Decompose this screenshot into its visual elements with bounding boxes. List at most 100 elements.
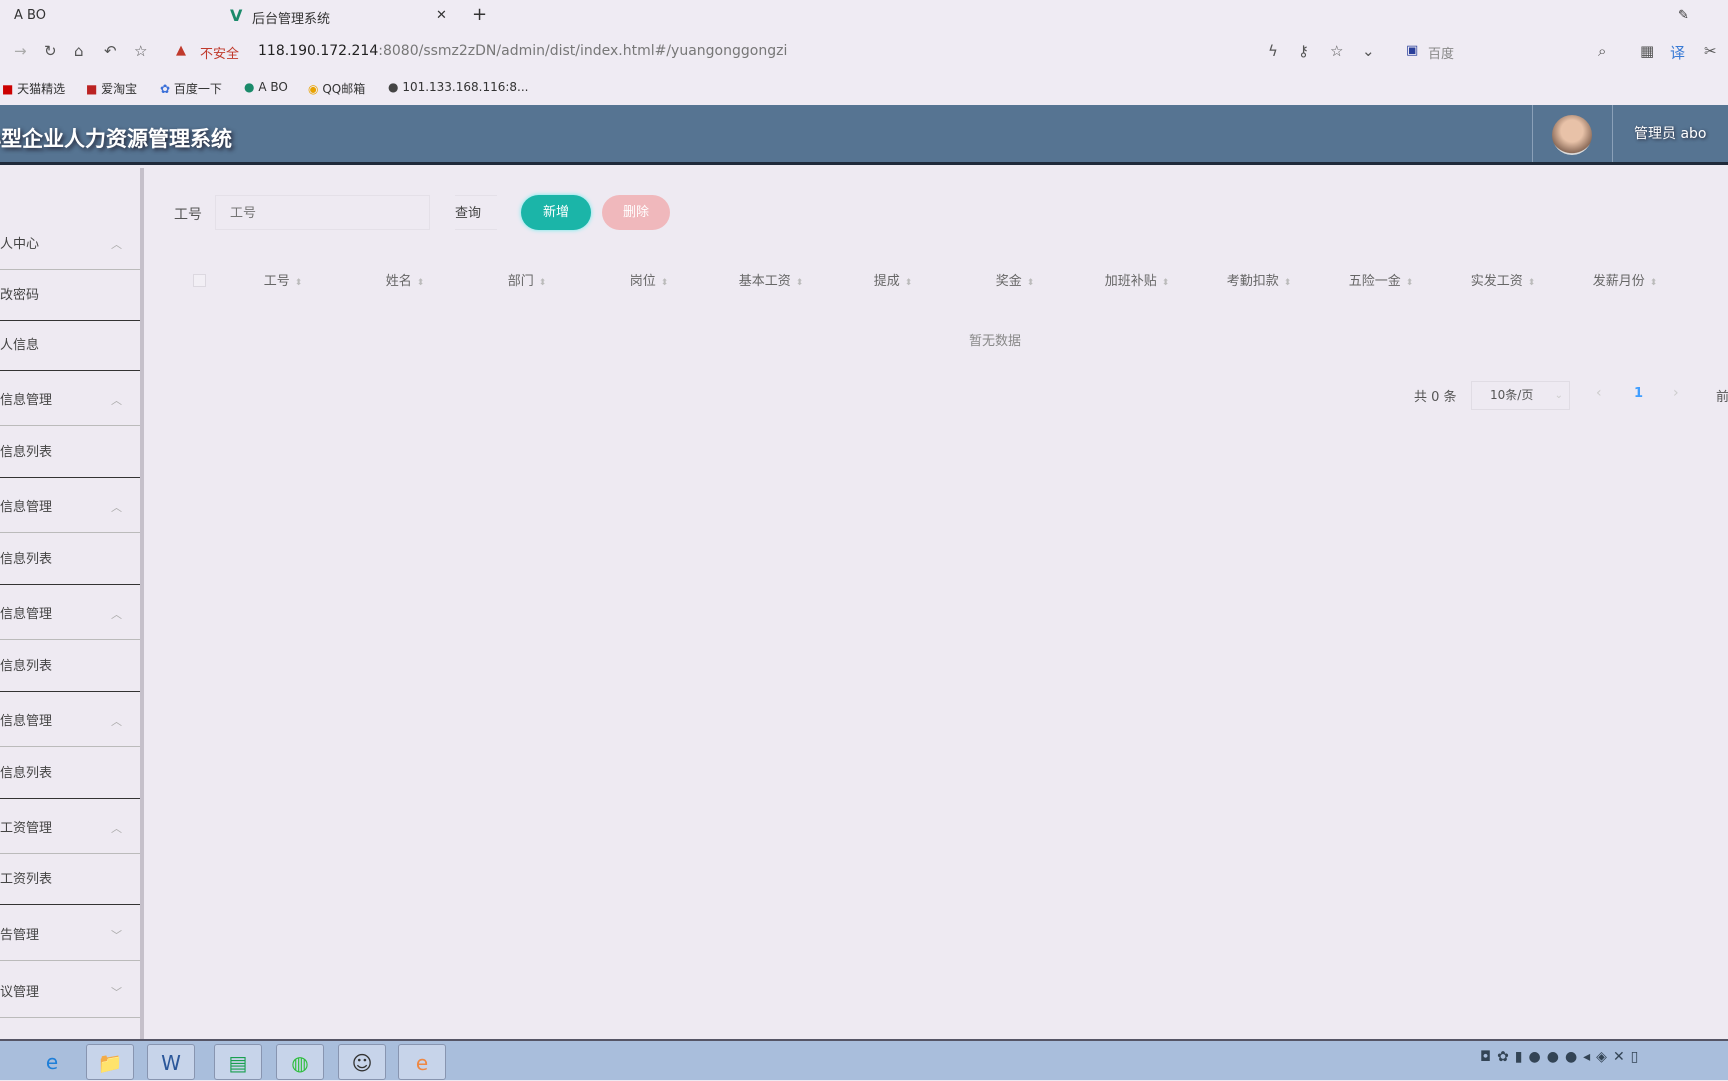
warning-icon: ▲ <box>176 43 186 58</box>
query-button[interactable]: 查询 <box>455 195 497 230</box>
sidebar-scrollbar[interactable] <box>140 168 144 1039</box>
sort-icon[interactable]: ⬍ <box>1650 278 1658 288</box>
sort-icon[interactable]: ⬍ <box>1162 278 1170 288</box>
sidebar-item[interactable]: 员工信息列表 <box>0 428 140 478</box>
column-header[interactable]: 基本工资 ⬍ <box>710 270 832 289</box>
sidebar-item[interactable]: 员工信息管理 ︿ <box>0 376 140 426</box>
select-all-checkbox[interactable] <box>193 274 206 287</box>
sort-icon[interactable]: ⬍ <box>295 278 303 288</box>
star-icon[interactable]: ☆ <box>134 42 147 60</box>
page-1[interactable]: 1 <box>1634 386 1643 401</box>
search-icon[interactable]: ⌕ <box>1598 42 1606 60</box>
sort-icon[interactable]: ⬍ <box>1027 278 1035 288</box>
column-header[interactable]: 岗位 ⬍ <box>588 270 710 289</box>
add-button[interactable]: 新增 <box>521 195 591 230</box>
sort-icon[interactable]: ⬍ <box>1284 278 1292 288</box>
sidebar-item[interactable]: 员工工资管理 ︿ <box>0 804 140 854</box>
bookmark[interactable]: ■ 天猫精选 <box>2 80 65 97</box>
search-engine[interactable]: 百度 <box>1428 43 1454 62</box>
browser-tab[interactable]: A BO <box>14 8 46 23</box>
sidebar-item[interactable]: 修改密码 <box>0 271 140 321</box>
sidebar-item[interactable]: 考勤信息管理 ︿ <box>0 590 140 640</box>
sidebar-item[interactable]: 员工工资列表 <box>0 855 140 905</box>
sidebar-item[interactable]: 异议管理 ﹀ <box>0 968 140 1018</box>
wechat-icon[interactable]: ◍ <box>276 1044 324 1080</box>
column-header[interactable]: 工号 ⬍ <box>222 270 344 289</box>
translate-icon[interactable]: 译 <box>1670 42 1685 63</box>
browser-icon[interactable]: e <box>398 1044 446 1080</box>
sort-icon[interactable]: ⬍ <box>1406 278 1414 288</box>
key-icon[interactable]: ⚷ <box>1298 42 1309 60</box>
sidebar-item[interactable]: 部门信息管理 ︿ <box>0 483 140 533</box>
notes-icon[interactable]: ✎ <box>1678 8 1689 23</box>
explorer-icon[interactable]: 📁 <box>86 1044 134 1080</box>
chevron-down-icon: ⌄ <box>1554 390 1563 401</box>
sidebar-item[interactable]: 公告管理 ﹀ <box>0 911 140 961</box>
close-tab-icon[interactable]: ✕ <box>436 8 447 23</box>
sidebar-item[interactable]: 个人中心 ︿ <box>0 220 140 270</box>
column-label: 实发工资 <box>1470 274 1523 289</box>
column-header[interactable]: 奖金 ⬍ <box>954 270 1076 289</box>
vue-icon: V <box>230 6 243 25</box>
bookmark[interactable]: ● 101.133.168.116:8... <box>388 80 529 94</box>
taskbar: e 📁 W ▤ ◍ ☺ e ◘✿▮●●●◂◈✕▯ <box>0 1039 1728 1080</box>
lightning-icon[interactable]: ϟ <box>1268 42 1278 60</box>
sidebar-item[interactable]: 部门信息列表 <box>0 535 140 585</box>
url-input[interactable]: 118.190.172.214:8080/ssmz2zDN/admin/dist… <box>258 43 787 59</box>
column-header[interactable]: 姓名 ⬍ <box>344 270 466 289</box>
bookmark[interactable]: ● A BO <box>244 80 288 94</box>
prev-page-button[interactable]: ‹ <box>1596 385 1602 401</box>
ie-icon[interactable]: e <box>28 1044 76 1080</box>
column-header[interactable]: 五险一金 ⬍ <box>1320 270 1442 289</box>
next-page-button[interactable]: › <box>1673 385 1679 401</box>
sidebar-item[interactable]: 考勤信息列表 <box>0 642 140 692</box>
bookmark-star-icon[interactable]: ☆ <box>1330 42 1343 60</box>
column-header[interactable]: 加班补贴 ⬍ <box>1076 270 1198 289</box>
sidebar-item[interactable]: 培训信息管理 ︿ <box>0 697 140 747</box>
column-header[interactable]: 提成 ⬍ <box>832 270 954 289</box>
home-icon[interactable]: ⌂ <box>74 42 84 60</box>
forward-icon[interactable]: → <box>14 42 27 60</box>
user-name[interactable]: 管理员 abo <box>1634 123 1706 143</box>
page-size-select[interactable]: 10条/页 ⌄ <box>1471 381 1570 410</box>
sidebar-item-label: 个人中心 <box>0 237 40 252</box>
scissors-icon[interactable]: ✂ <box>1704 42 1717 60</box>
system-tray-icons[interactable]: ◘✿▮●●●◂◈✕▯ <box>1480 1049 1644 1065</box>
bookmark[interactable]: ■ 爱淘宝 <box>86 80 137 97</box>
chevron-down-icon[interactable]: ⌄ <box>1362 42 1375 60</box>
address-bar: → ↻ ⌂ ↶ ☆ ▲ 不安全 118.190.172.214:8080/ssm… <box>0 34 1728 70</box>
reload-icon[interactable]: ↻ <box>44 42 57 60</box>
baidu-icon: ▣ <box>1406 43 1419 58</box>
employee-id-input[interactable] <box>215 195 430 230</box>
sheet-icon[interactable]: ▤ <box>214 1044 262 1080</box>
avatar[interactable] <box>1552 115 1592 155</box>
undo-icon[interactable]: ↶ <box>104 42 117 60</box>
bookmark[interactable]: ◉ QQ邮箱 <box>308 80 365 97</box>
sort-icon[interactable]: ⬍ <box>905 278 913 288</box>
column-label: 岗位 <box>629 274 656 289</box>
sort-icon[interactable]: ⬍ <box>417 278 425 288</box>
bookmark[interactable]: ✿ 百度一下 <box>160 80 222 97</box>
sidebar-item-label: 异议管理 <box>0 985 40 1000</box>
sort-icon[interactable]: ⬍ <box>796 278 804 288</box>
new-tab-icon[interactable]: + <box>472 4 487 25</box>
column-label: 考勤扣款 <box>1226 274 1279 289</box>
sidebar-item[interactable]: 个人信息 <box>0 321 140 371</box>
sort-icon[interactable]: ⬍ <box>1528 278 1536 288</box>
sort-icon[interactable]: ⬍ <box>661 278 669 288</box>
sidebar-item[interactable]: 培训信息列表 <box>0 749 140 799</box>
column-header[interactable]: 发薪月份 ⬍ <box>1564 270 1686 289</box>
word-icon[interactable]: W <box>147 1044 195 1080</box>
column-header[interactable]: 考勤扣款 ⬍ <box>1198 270 1320 289</box>
sort-icon[interactable]: ⬍ <box>539 278 547 288</box>
chevron-up-icon: ︿ <box>111 238 122 251</box>
delete-button[interactable]: 删除 <box>602 195 670 230</box>
column-header[interactable]: 部门 ⬍ <box>466 270 588 289</box>
app-icon[interactable]: ☺ <box>338 1044 386 1080</box>
column-header[interactable]: 实发工资 ⬍ <box>1442 270 1564 289</box>
sidebar-item-label: 员工信息管理 <box>0 393 53 408</box>
browser-tab-active[interactable]: 后台管理系统 <box>252 8 330 27</box>
app-header: 小型企业人力资源管理系统 管理员 abo <box>0 105 1728 165</box>
qr-icon[interactable]: ▦ <box>1640 42 1654 60</box>
column-label: 工号 <box>263 274 290 289</box>
